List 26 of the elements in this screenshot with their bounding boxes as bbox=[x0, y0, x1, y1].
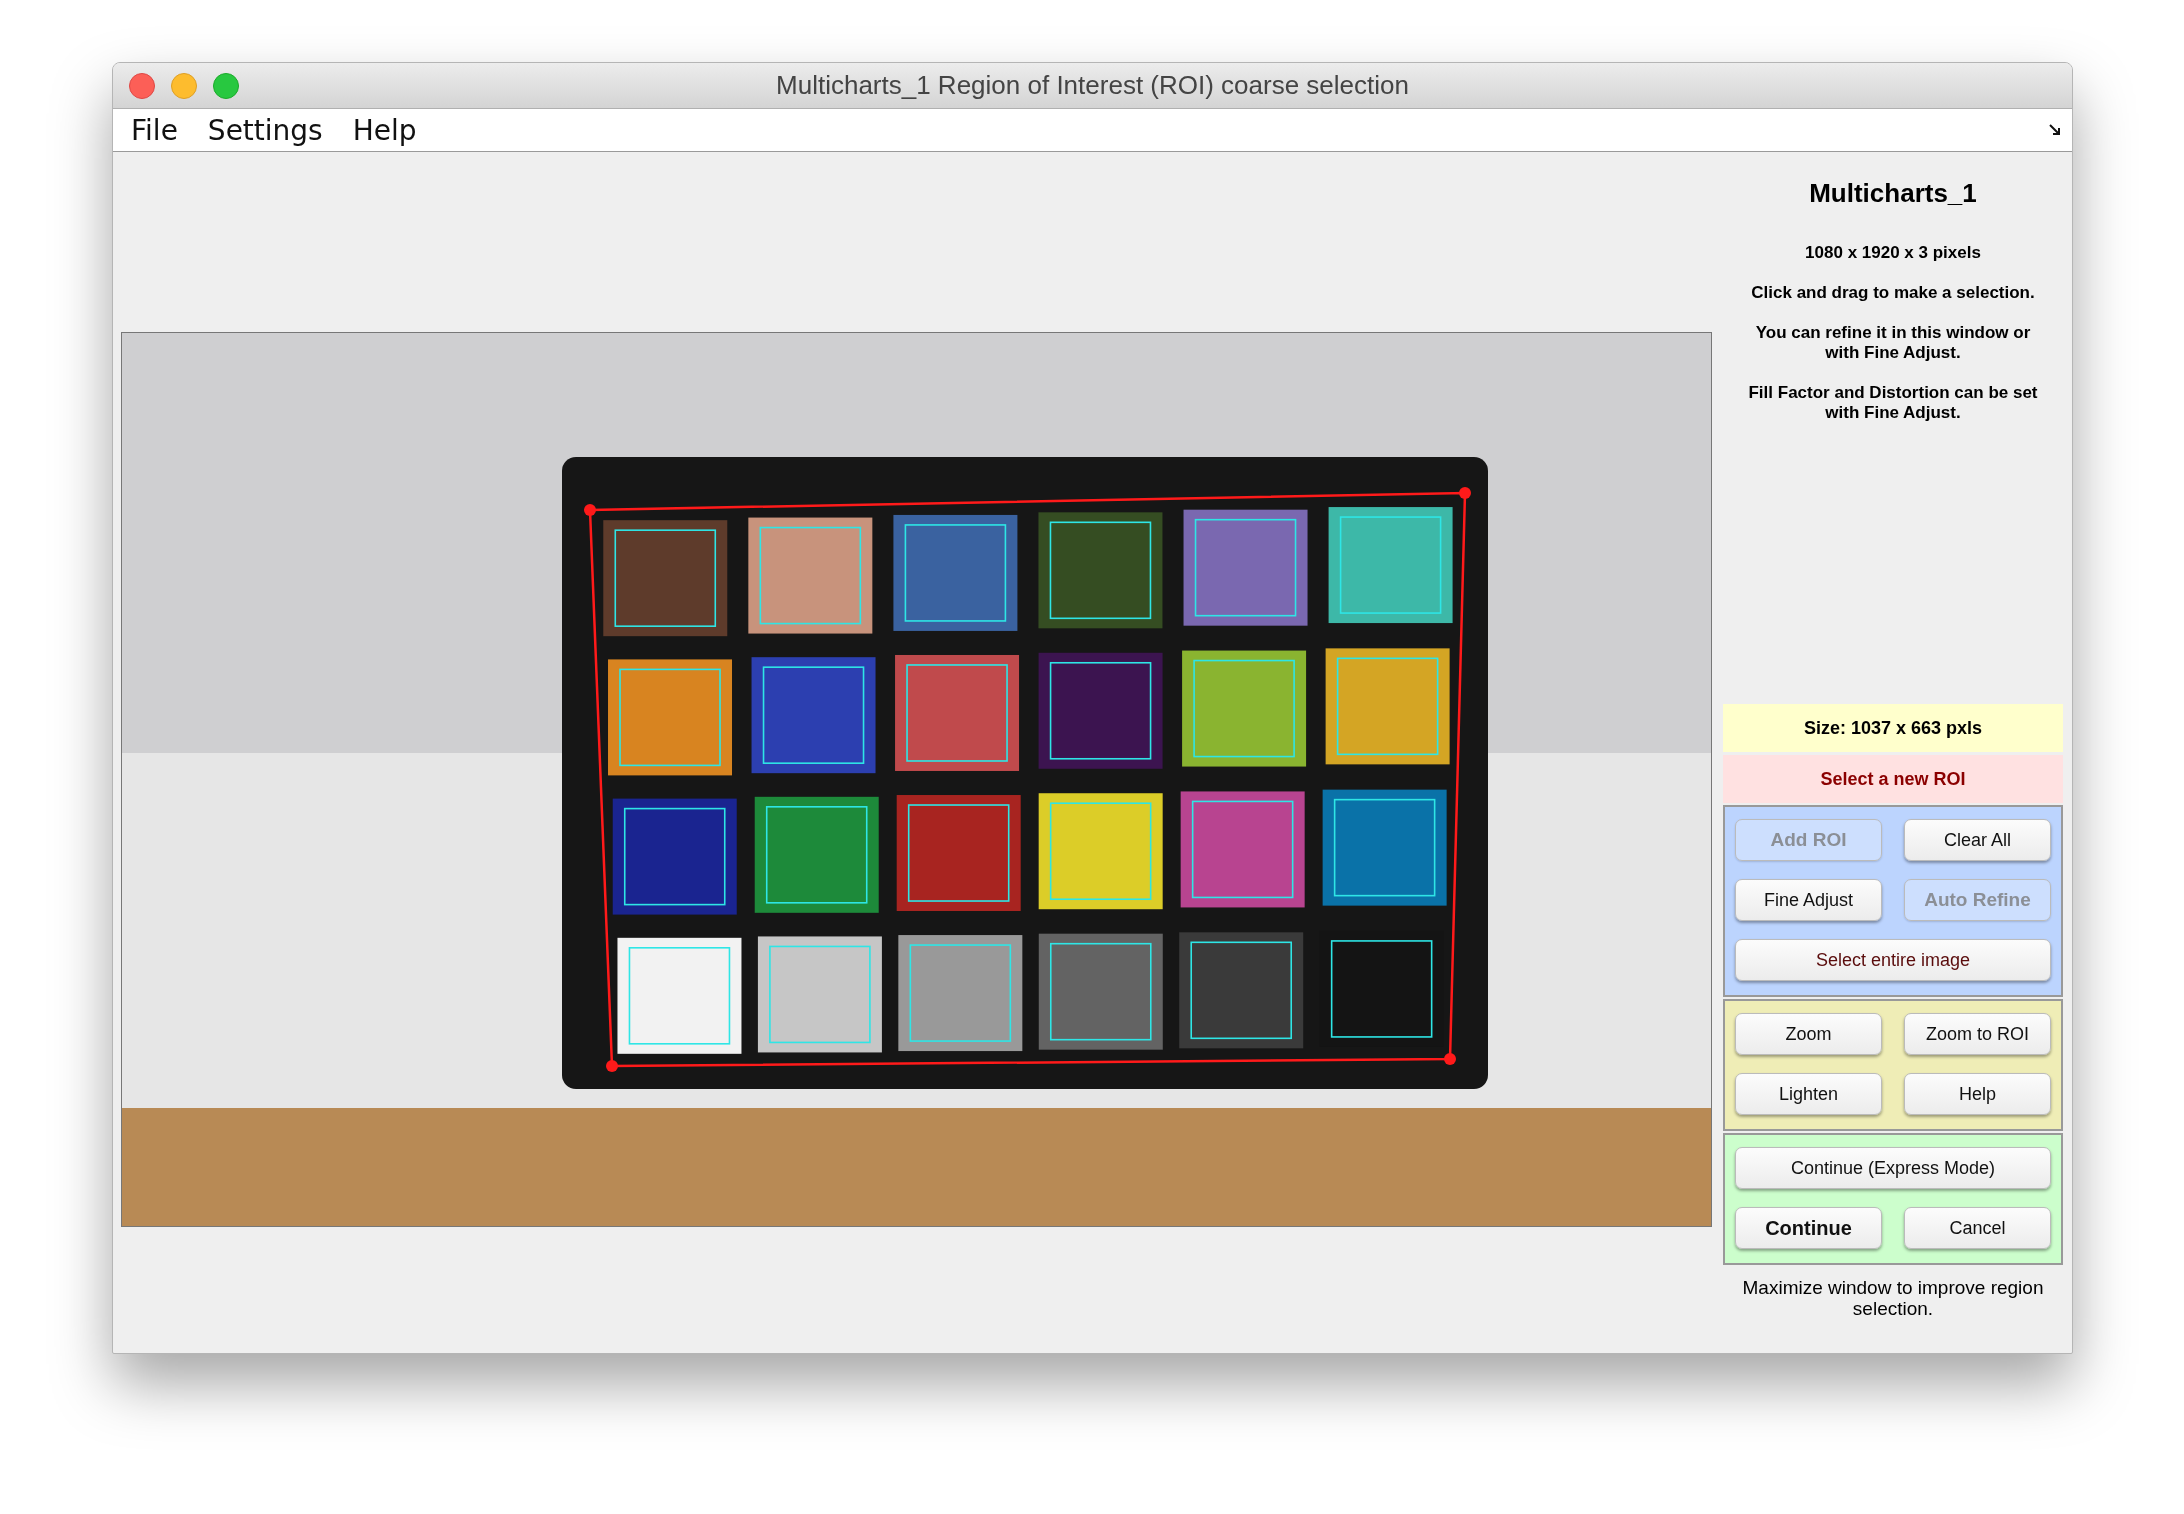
status-message: Select a new ROI bbox=[1723, 755, 2063, 803]
window-title: Multicharts_1 Region of Interest (ROI) coarse selection bbox=[776, 70, 1409, 101]
panel-button[interactable]: Continue bbox=[1735, 1207, 1882, 1249]
panel-button[interactable]: Lighten bbox=[1735, 1073, 1882, 1115]
instruction-text: You can refine it in this window or with Fine Adjust. bbox=[1754, 323, 2032, 363]
panel-button[interactable]: Zoom to ROI bbox=[1904, 1013, 2051, 1055]
hint-text: Maximize window to improve region selection. bbox=[1741, 1277, 2045, 1319]
menu-item[interactable]: File bbox=[131, 113, 178, 147]
panel-button[interactable]: Select entire image bbox=[1735, 939, 2051, 981]
close-button[interactable] bbox=[129, 72, 155, 99]
instruction-text: Fill Factor and Distortion can be set with Fine Adjust. bbox=[1747, 383, 2039, 423]
panel-button[interactable]: Clear All bbox=[1904, 819, 2051, 861]
panel-button[interactable]: Help bbox=[1904, 1073, 2051, 1115]
panel-button[interactable]: Continue (Express Mode) bbox=[1735, 1147, 2051, 1189]
roi-selection-drawing[interactable] bbox=[584, 487, 1471, 1072]
image-dimensions: 1080 x 1920 x 3 pixels bbox=[1805, 243, 1981, 263]
panel-button[interactable]: Fine Adjust bbox=[1735, 879, 1882, 921]
menu-item[interactable]: Help bbox=[352, 113, 417, 147]
instruction-text: Click and drag to make a selection. bbox=[1750, 283, 2036, 303]
menu-item[interactable]: Settings bbox=[207, 113, 323, 147]
size-readout: Size: 1037 x 663 pxls bbox=[1723, 704, 2063, 752]
panel-button[interactable]: Cancel bbox=[1904, 1207, 2051, 1249]
resize-arrow-icon[interactable] bbox=[2048, 123, 2062, 137]
panel-button[interactable]: Zoom bbox=[1735, 1013, 1882, 1055]
photo-placeholder[interactable] bbox=[122, 333, 1711, 1226]
image-name: Multicharts_1 bbox=[1809, 178, 1977, 209]
